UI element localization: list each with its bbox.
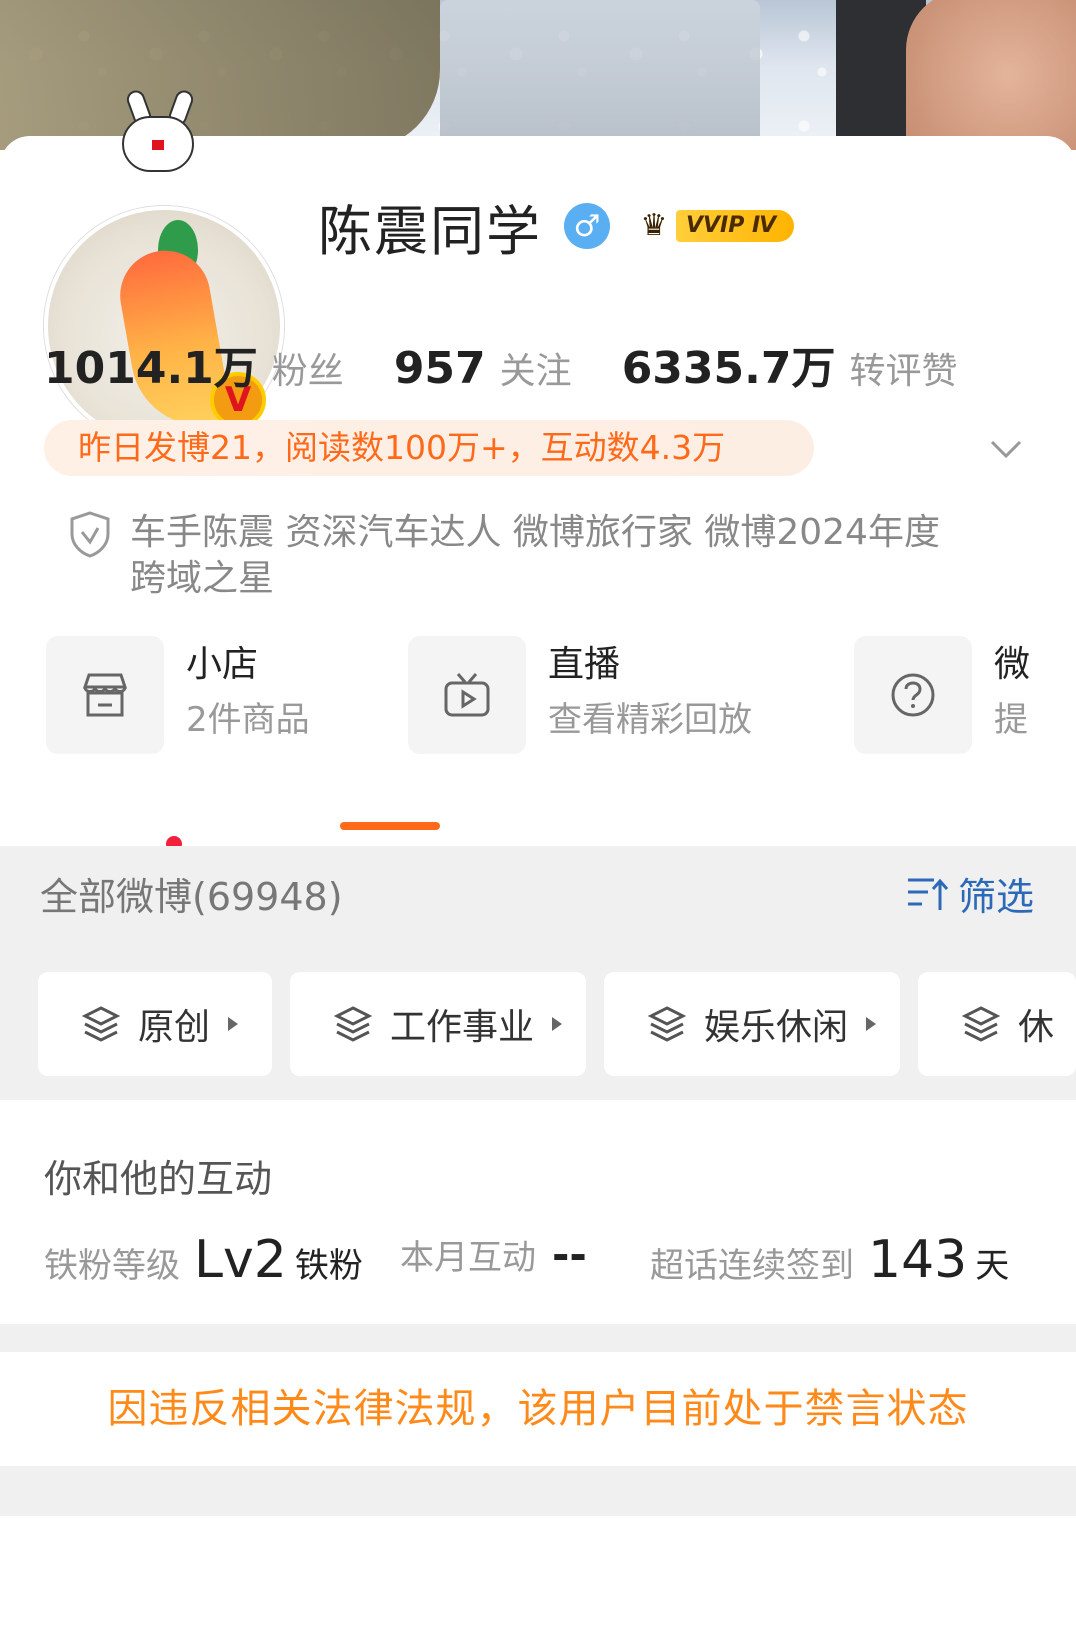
stats-row: 1014.1万 粉丝 957 关注 6335.7万 转评赞 xyxy=(44,332,1008,396)
month-interaction[interactable]: 本月互动 -- xyxy=(400,1230,587,1279)
section-divider xyxy=(0,1324,1076,1352)
layers-icon xyxy=(82,1006,120,1042)
chip-original[interactable]: 原创 xyxy=(38,972,272,1076)
cover-stickered-case xyxy=(440,0,760,150)
chip-leisure[interactable]: 娱乐休闲 xyxy=(604,972,900,1076)
caret-right-icon xyxy=(866,1017,877,1031)
stat-label: 粉丝 xyxy=(271,351,344,392)
stat-value: 6335.7万 xyxy=(621,343,836,394)
active-tab-indicator xyxy=(340,822,440,830)
layers-icon xyxy=(648,1006,686,1042)
sort-filter-icon xyxy=(908,878,949,910)
tile-live[interactable]: 直播 查看精彩回放 xyxy=(408,636,752,754)
feature-tiles: 小店 2件商品 直播 查看精彩回放 微 提 xyxy=(46,636,1076,756)
fan-level-suffix: 铁粉 xyxy=(294,1246,363,1286)
tile-subtitle: 提 xyxy=(994,700,1028,740)
verification-info: 车手陈震 资深汽车达人 微博旅行家 微博2024年度跨域之星 xyxy=(68,510,968,602)
name-row: 陈震同学 ♂ ♛ VVIP Ⅳ xyxy=(318,186,795,266)
fan-level-value: Lv2 xyxy=(194,1230,287,1290)
layers-icon xyxy=(962,1006,1000,1042)
checkin-unit: 天 xyxy=(975,1246,1010,1286)
stat-label: 关注 xyxy=(499,351,572,392)
caret-right-icon xyxy=(228,1017,239,1031)
shield-icon xyxy=(70,511,110,558)
crown-icon: ♛ xyxy=(640,208,668,243)
stat-following[interactable]: 957 关注 xyxy=(394,342,572,394)
layers-icon xyxy=(334,1006,372,1042)
tile-title: 直播 xyxy=(548,644,621,685)
interaction-title: 你和他的互动 xyxy=(44,1157,273,1201)
checkin-label: 超话连续签到 xyxy=(650,1246,854,1286)
stat-likes[interactable]: 6335.7万 转评赞 xyxy=(622,332,958,396)
interaction-section: 你和他的互动 铁粉等级 Lv2 铁粉 本月互动 -- 超话连续签到 143 天 xyxy=(0,1100,1076,1324)
chip-work[interactable]: 工作事业 xyxy=(290,972,586,1076)
tile-title: 微 xyxy=(994,644,1031,685)
chip-label: 娱乐休闲 xyxy=(704,1007,849,1048)
bottom-divider xyxy=(0,1466,1076,1516)
checkin-streak[interactable]: 超话连续签到 143 天 xyxy=(650,1230,1009,1290)
bunny-pendant-icon xyxy=(102,88,212,176)
filter-label: 筛选 xyxy=(958,875,1035,919)
month-label: 本月互动 xyxy=(400,1238,536,1278)
cover-arm xyxy=(906,0,1076,150)
filter-button[interactable]: 筛选 xyxy=(906,866,1034,921)
interaction-row: 铁粉等级 Lv2 铁粉 本月互动 -- 超话连续签到 143 天 xyxy=(44,1230,1064,1300)
fan-level[interactable]: 铁粉等级 Lv2 铁粉 xyxy=(44,1230,363,1290)
tv-icon xyxy=(408,636,526,754)
caret-right-icon xyxy=(552,1017,563,1031)
question-icon xyxy=(854,636,972,754)
stat-value: 1014.1万 xyxy=(44,343,258,394)
checkin-value: 143 xyxy=(868,1230,968,1290)
gender-male-icon: ♂ xyxy=(564,203,610,249)
stat-followers[interactable]: 1014.1万 粉丝 xyxy=(44,332,344,396)
cover-jacket xyxy=(0,0,440,150)
feed-filter-section: 全部微博(69948) 筛选 原创 工作事业 娱乐休闲 休 xyxy=(0,846,1076,1100)
all-posts-count[interactable]: 全部微博(69948) xyxy=(40,866,343,921)
shop-icon xyxy=(46,636,164,754)
vvip-label: VVIP Ⅳ xyxy=(676,210,795,242)
chip-label: 原创 xyxy=(138,1007,211,1048)
fan-level-label: 铁粉等级 xyxy=(44,1246,180,1286)
tile-subtitle: 2件商品 xyxy=(186,700,310,740)
daily-summary-pill[interactable]: 昨日发博21，阅读数100万+，互动数4.3万 xyxy=(44,420,814,476)
avatar-wrap[interactable]: V xyxy=(44,88,284,446)
verification-text: 车手陈震 资深汽车达人 微博旅行家 微博2024年度跨域之星 xyxy=(130,512,940,599)
stat-value: 957 xyxy=(393,343,486,394)
category-chips: 原创 工作事业 娱乐休闲 休 xyxy=(38,972,1076,1076)
vvip-badge[interactable]: ♛ VVIP Ⅳ xyxy=(632,206,795,246)
month-value: -- xyxy=(552,1230,587,1279)
ban-notice: 因违反相关法律法规，该用户目前处于禁言状态 xyxy=(0,1352,1076,1466)
chip-label: 休 xyxy=(1018,1007,1055,1048)
tile-shop[interactable]: 小店 2件商品 xyxy=(46,636,310,754)
user-name: 陈震同学 xyxy=(318,199,542,263)
chevron-down-icon[interactable] xyxy=(988,432,1024,468)
chip-label: 工作事业 xyxy=(390,1007,535,1048)
tile-subtitle: 查看精彩回放 xyxy=(548,700,752,740)
stat-label: 转评赞 xyxy=(849,351,958,392)
tile-title: 小店 xyxy=(186,644,259,685)
chip-more[interactable]: 休 xyxy=(918,972,1076,1076)
tile-qa[interactable]: 微 提 xyxy=(854,636,1030,754)
